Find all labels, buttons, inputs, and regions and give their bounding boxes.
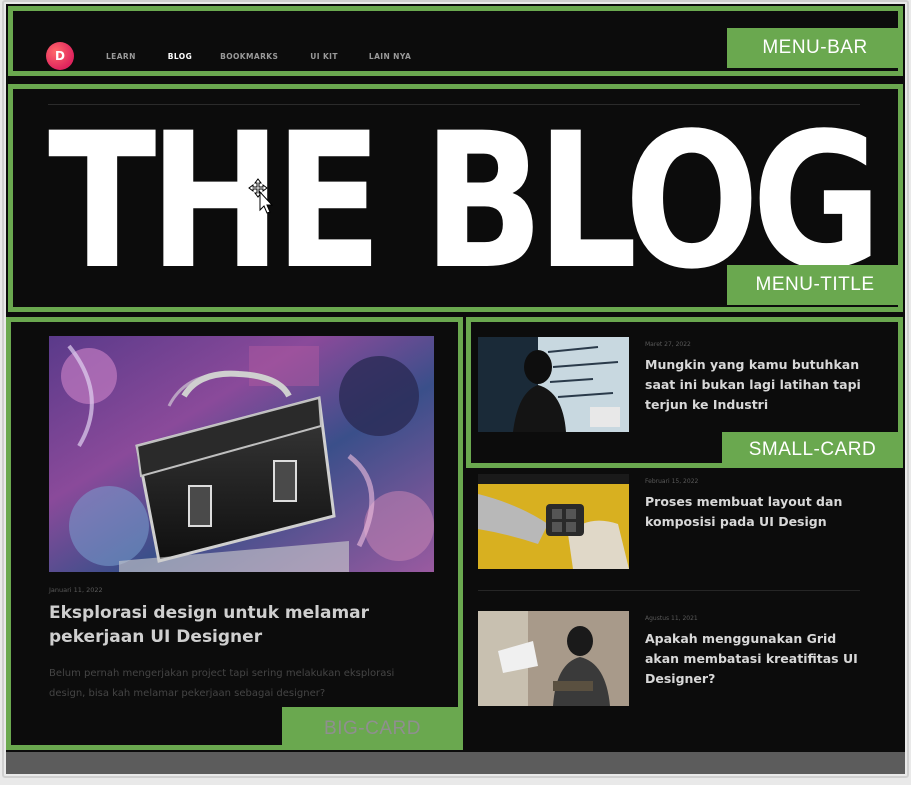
annotation-big-card-label: BIG-CARD — [282, 707, 463, 750]
annotation-menu-bar-label: MENU-BAR — [727, 28, 903, 68]
divider — [478, 590, 860, 591]
annotation-menu-title-label: MENU-TITLE — [727, 265, 903, 305]
screen-bottom-bar — [6, 752, 905, 774]
small-card-image[interactable] — [478, 611, 629, 706]
small-card-date: Februari 15, 2022 — [645, 478, 699, 485]
small-card-image[interactable] — [478, 474, 629, 569]
annotation-small-card-label: SMALL-CARD — [722, 432, 903, 468]
annotation-big-card-box — [6, 317, 463, 750]
small-card-title[interactable]: Proses membuat layout dan komposisi pada… — [645, 492, 870, 532]
small-card-date: Agustus 11, 2021 — [645, 615, 698, 622]
small-card-title[interactable]: Apakah menggunakan Grid akan membatasi k… — [645, 629, 870, 689]
